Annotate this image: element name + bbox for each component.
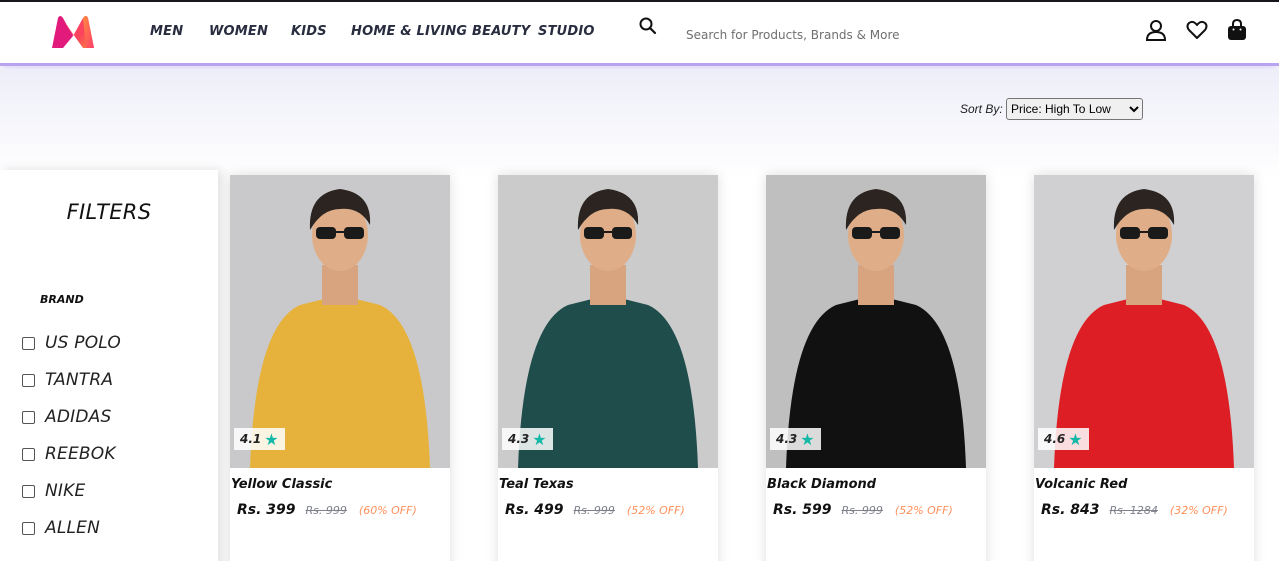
filter-checkbox[interactable]	[22, 521, 35, 535]
brand-filter-title: BRAND	[40, 293, 84, 306]
star-icon: ★	[264, 429, 279, 449]
product-mrp: Rs. 999	[305, 504, 347, 517]
sort-band	[0, 69, 1279, 179]
filter-checkbox[interactable]	[22, 484, 35, 498]
sort-label: Sort By:	[960, 102, 1003, 116]
filter-brand-label: US POLO	[45, 333, 121, 353]
wishlist-heart-icon[interactable]	[1185, 18, 1209, 42]
filter-checkbox[interactable]	[22, 410, 35, 424]
filter-checkbox[interactable]	[22, 373, 35, 387]
filter-checkbox[interactable]	[22, 336, 35, 350]
product-discount: (52% OFF)	[626, 504, 685, 517]
star-icon: ★	[532, 429, 547, 449]
nav-men[interactable]: MEN	[150, 24, 183, 39]
filter-brand-item[interactable]: REEBOK	[22, 444, 116, 464]
filter-checkbox[interactable]	[22, 447, 35, 461]
product-image[interactable]	[498, 175, 718, 468]
product-card[interactable]: 4.3 ★ Teal Texas Rs. 499 Rs. 999 (52% OFF…	[498, 175, 718, 561]
product-card[interactable]: 4.6 ★ Volcanic Red Rs. 843 Rs. 1284 (32% …	[1034, 175, 1254, 561]
filter-brand-item[interactable]: ADIDAS	[22, 407, 111, 427]
search-input[interactable]	[680, 24, 1120, 46]
product-name[interactable]: Black Diamond	[767, 477, 876, 492]
product-mrp: Rs. 999	[841, 504, 883, 517]
filter-brand-item[interactable]: NIKE	[22, 481, 85, 501]
nav-women[interactable]: WOMEN	[209, 24, 268, 39]
product-discount: (52% OFF)	[894, 504, 953, 517]
product-name[interactable]: Teal Texas	[499, 477, 574, 492]
rating-value: 4.3	[508, 432, 530, 446]
filter-brand-label: ALLEN	[45, 518, 101, 538]
rating-value: 4.3	[776, 432, 798, 446]
product-image[interactable]	[766, 175, 986, 468]
rating-badge: 4.3 ★	[502, 428, 553, 450]
product-card[interactable]: 4.1 ★ Yellow Classic Rs. 399 Rs. 999 (60%…	[230, 175, 450, 561]
rating-value: 4.1	[240, 432, 262, 446]
filter-brand-item[interactable]: TANTRA	[22, 370, 113, 390]
nav-studio[interactable]: STUDIO	[538, 24, 595, 39]
product-card[interactable]: 4.3 ★ Black Diamond Rs. 599 Rs. 999 (52% …	[766, 175, 986, 561]
product-price: Rs. 499	[505, 502, 564, 518]
price-row: Rs. 499 Rs. 999 (52% OFF)	[505, 502, 685, 518]
product-price: Rs. 843	[1041, 502, 1100, 518]
filter-brand-item[interactable]: US POLO	[22, 333, 121, 353]
filter-brand-item[interactable]: ALLEN	[22, 518, 100, 538]
rating-badge: 4.6 ★	[1038, 428, 1089, 450]
product-mrp: Rs. 999	[573, 504, 615, 517]
product-name[interactable]: Volcanic Red	[1035, 477, 1127, 492]
nav-home-living[interactable]: HOME & LIVING	[351, 24, 467, 39]
myntra-logo[interactable]	[48, 12, 98, 52]
nav-beauty[interactable]: BEAUTY	[472, 24, 530, 39]
search-icon[interactable]	[638, 16, 658, 36]
product-discount: (60% OFF)	[358, 504, 417, 517]
product-mrp: Rs. 1284	[1109, 504, 1158, 517]
price-row: Rs. 843 Rs. 1284 (32% OFF)	[1041, 502, 1228, 518]
profile-icon[interactable]	[1144, 18, 1168, 42]
product-image[interactable]	[1034, 175, 1254, 468]
product-price: Rs. 399	[237, 502, 296, 518]
product-price: Rs. 599	[773, 502, 832, 518]
filter-brand-label: REEBOK	[45, 444, 116, 464]
star-icon: ★	[800, 429, 815, 449]
star-icon: ★	[1068, 429, 1083, 449]
filter-brand-label: TANTRA	[45, 370, 114, 390]
rating-value: 4.6	[1044, 432, 1066, 446]
nav-kids[interactable]: KIDS	[291, 24, 327, 39]
filter-brand-label: ADIDAS	[45, 407, 112, 427]
price-row: Rs. 399 Rs. 999 (60% OFF)	[237, 502, 417, 518]
product-name[interactable]: Yellow Classic	[231, 477, 332, 492]
rating-badge: 4.3 ★	[770, 428, 821, 450]
header: MEN WOMEN KIDS HOME & LIVING BEAUTY STUD…	[0, 2, 1279, 66]
rating-badge: 4.1 ★	[234, 428, 285, 450]
filters-panel: FILTERS BRAND US POLO TANTRA ADIDAS REEB…	[0, 170, 218, 561]
sort-select[interactable]: Price: High To Low	[1006, 98, 1143, 120]
product-discount: (32% OFF)	[1169, 504, 1228, 517]
filters-title: FILTERS	[66, 200, 152, 224]
product-image[interactable]	[230, 175, 450, 468]
filter-brand-label: NIKE	[45, 481, 86, 501]
price-row: Rs. 599 Rs. 999 (52% OFF)	[773, 502, 953, 518]
bag-icon[interactable]	[1225, 18, 1249, 42]
